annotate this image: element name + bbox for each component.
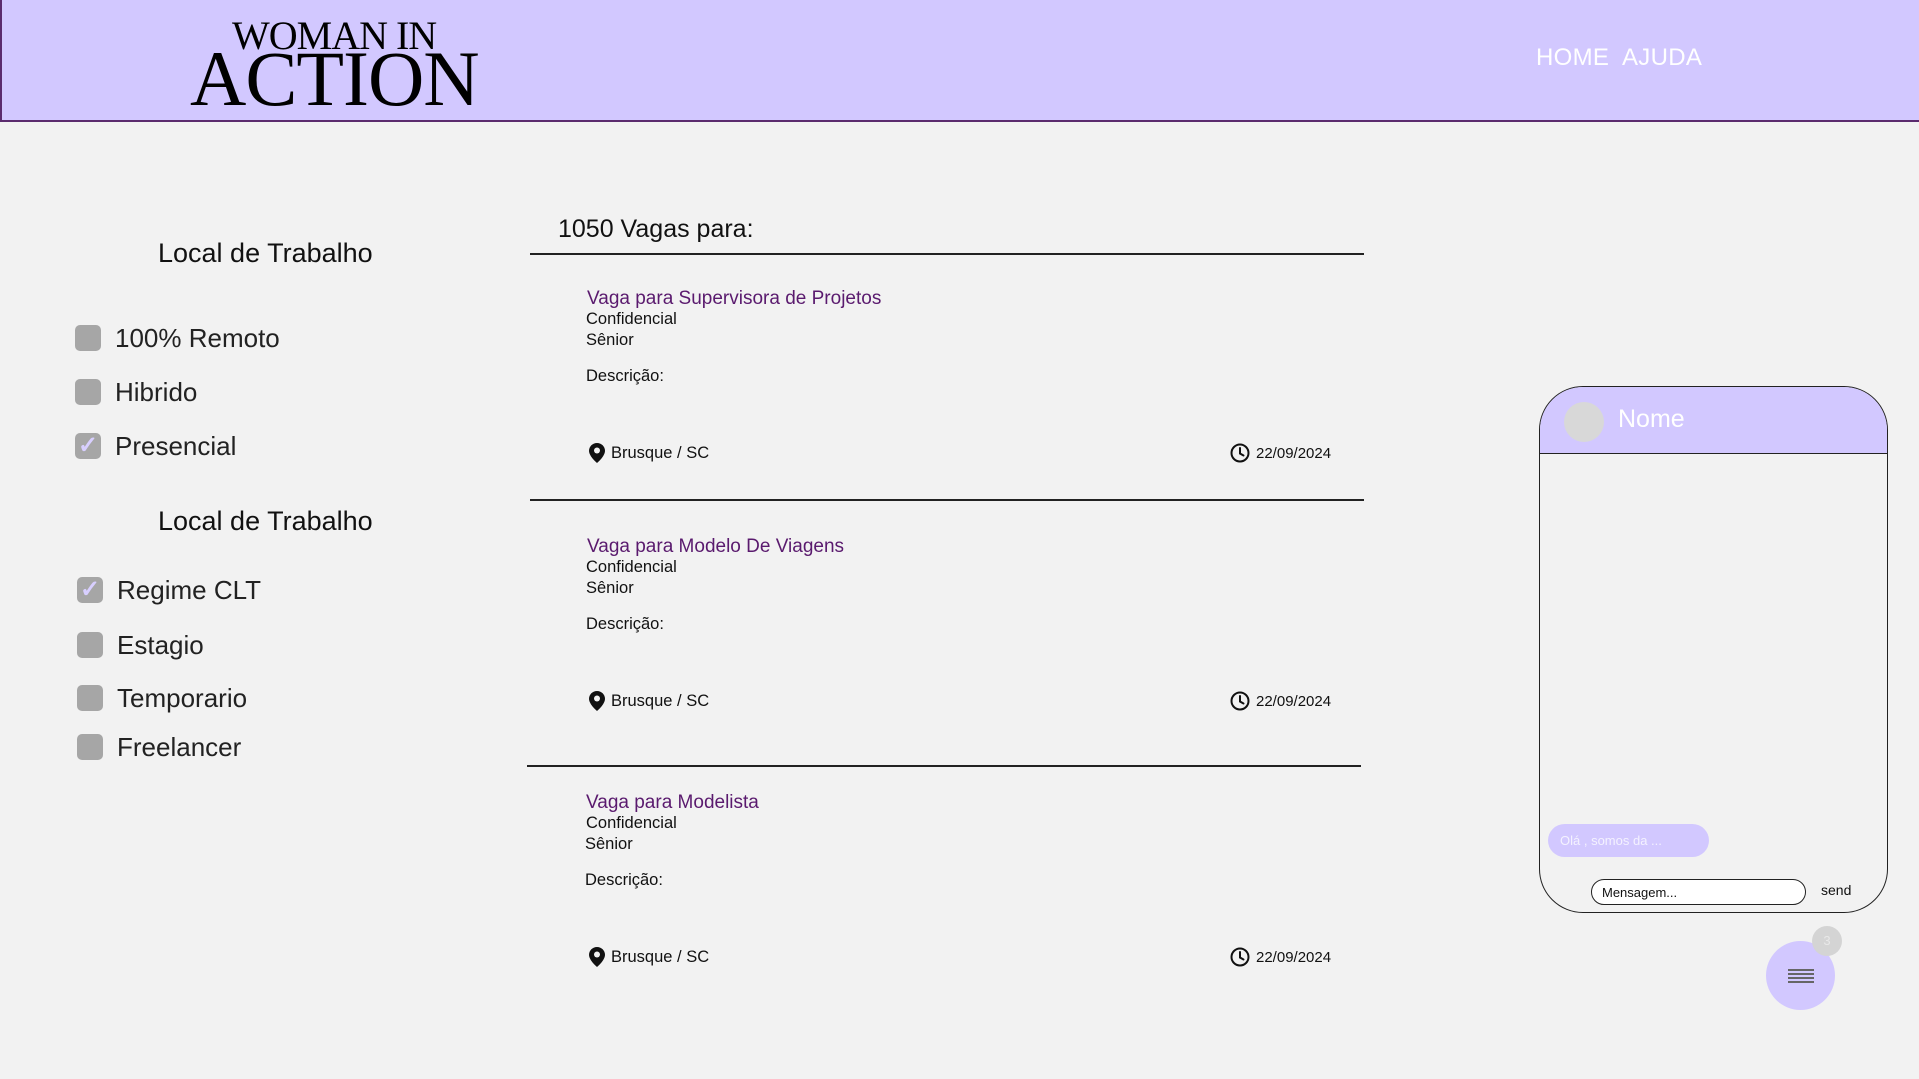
clock-icon — [1230, 443, 1250, 463]
job-title-link[interactable]: Vaga para Supervisora de Projetos — [587, 288, 881, 310]
job-date: 22/09/2024 — [1230, 947, 1331, 967]
job-location-text: Brusque / SC — [611, 443, 710, 462]
chat-window: Nome Olá , somos da ... send — [1539, 386, 1888, 913]
filter-option-label: Hibrido — [115, 376, 198, 407]
checkbox[interactable] — [77, 632, 103, 658]
checkbox-checked[interactable]: ✓ — [77, 577, 103, 603]
clock-icon — [1230, 691, 1250, 711]
job-location: Brusque / SC — [589, 947, 709, 967]
map-pin-icon — [589, 947, 605, 967]
divider — [530, 499, 1364, 501]
checkmark-icon: ✓ — [79, 576, 101, 603]
filter-option-label: Temporario — [117, 682, 248, 713]
filter-option-label: Regime CLT — [117, 574, 262, 605]
nav-help-link[interactable]: AJUDA — [1622, 44, 1702, 72]
logo-main-text: ACTION — [190, 35, 480, 122]
filter-option-label: Freelancer — [117, 731, 242, 762]
filter-option-temporary[interactable]: Temporario — [77, 682, 247, 714]
job-title-link[interactable]: Vaga para Modelista — [586, 792, 759, 814]
hamburger-menu-icon — [1787, 968, 1814, 983]
site-logo[interactable]: WOMAN IN ACTION — [190, 14, 480, 118]
divider — [527, 765, 1361, 767]
filter-group-title-contract-type: Local de Trabalho — [158, 506, 373, 536]
filter-option-freelancer[interactable]: Freelancer — [77, 731, 241, 763]
map-pin-icon — [589, 443, 605, 463]
job-date-text: 22/09/2024 — [1256, 692, 1332, 710]
clock-icon — [1230, 947, 1250, 967]
job-level: Sênior — [585, 835, 633, 853]
filter-option-hybrid[interactable]: Hibrido — [75, 376, 197, 408]
job-location-text: Brusque / SC — [611, 691, 710, 710]
chat-header: Nome — [1540, 387, 1887, 454]
chat-send-button[interactable]: send — [1821, 882, 1851, 898]
job-date-text: 22/09/2024 — [1256, 948, 1332, 966]
job-date-text: 22/09/2024 — [1256, 444, 1332, 462]
job-company: Confidencial — [586, 814, 677, 832]
filter-group-title-work-location: Local de Trabalho — [158, 238, 373, 268]
checkbox-checked[interactable]: ✓ — [75, 433, 101, 459]
job-description-label: Descrição: — [586, 615, 664, 633]
job-description-label: Descrição: — [586, 367, 664, 385]
job-date: 22/09/2024 — [1230, 443, 1331, 463]
avatar — [1564, 402, 1604, 442]
top-header: WOMAN IN ACTION HOME AJUDA — [0, 0, 1919, 122]
job-description-label: Descrição: — [585, 871, 663, 889]
map-pin-icon — [589, 691, 605, 711]
filter-option-label: Presencial — [115, 430, 237, 461]
job-level: Sênior — [586, 331, 634, 349]
job-company: Confidencial — [586, 558, 677, 576]
nav-home-link[interactable]: HOME — [1536, 44, 1609, 72]
checkbox[interactable] — [75, 325, 101, 351]
job-date: 22/09/2024 — [1230, 691, 1331, 711]
filter-option-label: 100% Remoto — [115, 322, 280, 353]
checkmark-icon: ✓ — [77, 432, 99, 459]
results-count: 1050 Vagas para: — [558, 215, 754, 243]
filter-option-clt[interactable]: ✓ Regime CLT — [77, 574, 261, 606]
checkbox[interactable] — [77, 685, 103, 711]
chat-contact-name: Nome — [1618, 405, 1685, 433]
notification-badge: 3 — [1812, 926, 1842, 956]
job-location: Brusque / SC — [589, 691, 709, 711]
chat-message-input[interactable] — [1591, 879, 1806, 905]
filter-option-internship[interactable]: Estagio — [77, 629, 204, 661]
job-location-text: Brusque / SC — [611, 947, 710, 966]
checkbox[interactable] — [77, 734, 103, 760]
job-company: Confidencial — [586, 310, 677, 328]
filter-option-label: Estagio — [117, 629, 204, 660]
filter-option-onsite[interactable]: ✓ Presencial — [75, 430, 236, 462]
divider — [530, 253, 1364, 255]
job-level: Sênior — [586, 579, 634, 597]
checkbox[interactable] — [75, 379, 101, 405]
job-location: Brusque / SC — [589, 443, 709, 463]
chat-message-bubble: Olá , somos da ... — [1548, 824, 1709, 857]
filter-option-remote[interactable]: 100% Remoto — [75, 322, 280, 354]
job-title-link[interactable]: Vaga para Modelo De Viagens — [587, 536, 844, 558]
